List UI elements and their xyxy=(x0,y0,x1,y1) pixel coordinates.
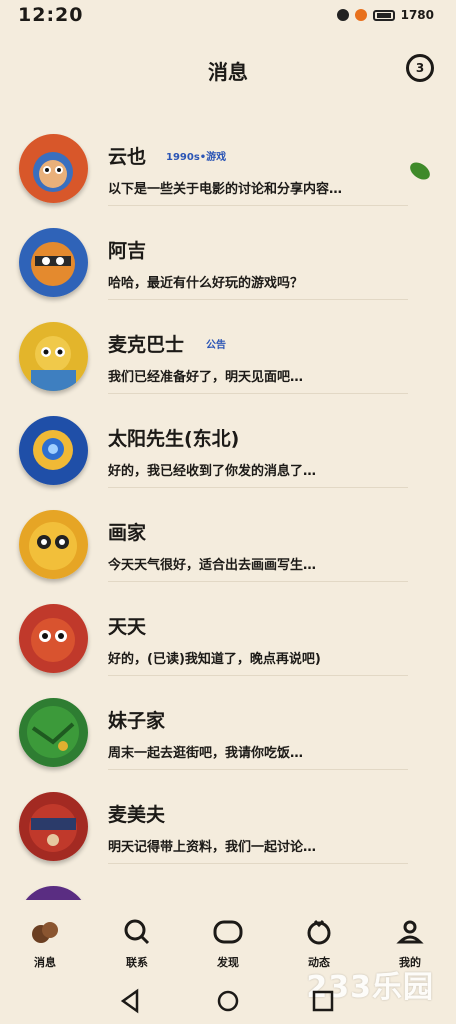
contact-name: 画家 xyxy=(108,522,147,544)
contact-name: 妹子家 xyxy=(108,710,166,732)
message-preview: 好的，我已经收到了你发的消息了… xyxy=(108,464,317,479)
avatar xyxy=(19,416,88,485)
status-time: 12:20 xyxy=(18,4,84,26)
conversation-row[interactable]: 画家 今天天气很好，适合出去画画写生… xyxy=(0,488,456,582)
conversation-row[interactable]: 云也 1990s•游戏 以下是一些关于电影的讨论和分享内容… xyxy=(0,112,456,206)
page-title: 消息 xyxy=(208,60,248,84)
conversation-row[interactable]: 阿吉 哈哈，最近有什么好玩的游戏吗？ xyxy=(0,206,456,300)
avatar xyxy=(19,134,88,203)
home-icon[interactable] xyxy=(213,988,243,1014)
notification-icon xyxy=(354,9,367,21)
tab-label: 发现 xyxy=(217,956,239,969)
contact-name: 云也 xyxy=(108,146,147,168)
message-preview: 周末一起去逛街吧，我请你吃饭… xyxy=(108,746,304,761)
message-preview: 哈哈，最近有什么好玩的游戏吗？ xyxy=(108,276,304,291)
profile-icon xyxy=(396,920,424,944)
message-preview: 好的，(已读)我知道了，晚点再说吧) xyxy=(108,652,321,667)
avatar xyxy=(19,698,88,767)
message-preview: 今天天气很好，适合出去画画写生… xyxy=(108,558,317,573)
record-icon xyxy=(336,9,349,21)
avatar xyxy=(19,322,88,391)
tab-contacts[interactable]: 联系 xyxy=(107,906,167,974)
avatar xyxy=(19,604,88,673)
chat-bubbles-icon xyxy=(32,922,58,943)
tab-label: 消息 xyxy=(34,956,56,969)
message-preview: 以下是一些关于电影的讨论和分享内容… xyxy=(108,182,343,197)
contacts-icon xyxy=(124,919,150,945)
conversation-row[interactable]: 麦克巴士 公告 我们已经准备好了，明天见面吧… xyxy=(0,300,456,394)
conversation-row[interactable]: 妹子家 周末一起去逛街吧，我请你吃饭… xyxy=(0,676,456,770)
tab-messages[interactable]: 消息 xyxy=(15,906,75,974)
contact-name: 太阳先生(东北) xyxy=(108,428,240,450)
avatar xyxy=(19,792,88,861)
conversation-row[interactable] xyxy=(0,864,456,900)
message-preview: 我们已经准备好了，明天见面吧… xyxy=(108,370,304,385)
recents-icon[interactable] xyxy=(308,988,338,1014)
notification-count-button[interactable]: 3 xyxy=(406,54,434,82)
system-nav-bar xyxy=(0,978,456,1024)
unread-indicator-icon xyxy=(410,162,430,180)
conversation-row[interactable]: 天天 好的，(已读)我知道了，晚点再说吧) xyxy=(0,582,456,676)
header: 消息 3 xyxy=(0,38,456,102)
status-bar: 12:20 1780 xyxy=(0,0,456,32)
moments-icon xyxy=(307,919,331,945)
contact-name: 麦克巴士 xyxy=(108,334,185,356)
status-icons: 1780 xyxy=(336,8,434,22)
avatar xyxy=(19,228,88,297)
contact-name: 天天 xyxy=(108,616,147,638)
conversation-row[interactable]: 太阳先生(东北) 好的，我已经收到了你发的消息了… xyxy=(0,394,456,488)
avatar xyxy=(19,886,88,900)
contact-tag: 1990s•游戏 xyxy=(166,152,227,163)
battery-text: 1780 xyxy=(400,8,434,22)
message-preview: 明天记得带上资料，我们一起讨论… xyxy=(108,840,317,855)
conversation-list[interactable]: 云也 1990s•游戏 以下是一些关于电影的讨论和分享内容… 阿吉 哈哈，最近有… xyxy=(0,112,456,900)
battery-icon xyxy=(372,9,395,21)
tab-discover[interactable]: 发现 xyxy=(198,906,258,974)
discover-icon xyxy=(213,920,243,944)
contact-name: 阿吉 xyxy=(108,240,147,262)
conversation-row[interactable]: 麦美夫 明天记得带上资料，我们一起讨论… xyxy=(0,770,456,864)
tab-label: 联系 xyxy=(126,956,148,969)
contact-tag: 公告 xyxy=(206,340,226,351)
back-icon[interactable] xyxy=(115,988,145,1014)
avatar xyxy=(19,510,88,579)
contact-name: 麦美夫 xyxy=(108,804,166,826)
